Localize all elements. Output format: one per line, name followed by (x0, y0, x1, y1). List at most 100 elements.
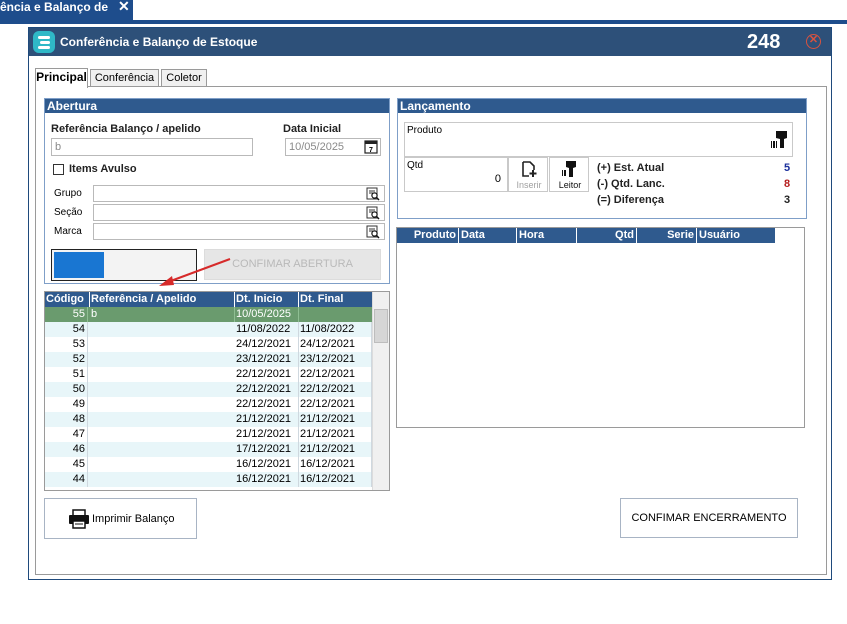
barcode-scanner-icon[interactable] (770, 129, 790, 151)
table-row[interactable]: 54 11/08/2022 11/08/2022 (45, 322, 372, 337)
col-dt-inicio[interactable]: Dt. Inicio (235, 292, 299, 307)
outer-tab-close-icon[interactable]: ✕ (118, 0, 130, 13)
grupo-lookup-icon[interactable] (366, 187, 380, 201)
cell-codigo: 48 (46, 412, 88, 427)
qtd-lanc-label: (-) Qtd. Lanc. (597, 178, 665, 190)
tab-principal[interactable]: Principal (35, 68, 88, 88)
data-inicial-label: Data Inicial (283, 123, 342, 135)
confirmar-encerramento-button[interactable]: CONFIMAR ENCERRAMENTO (620, 498, 798, 538)
cell-dt-inicio: 24/12/2021 (235, 337, 299, 352)
cell-dt-inicio: 22/12/2021 (235, 397, 299, 412)
progress-bar-fill (54, 252, 104, 278)
cell-dt-inicio: 22/12/2021 (235, 367, 299, 382)
inserir-label: Inserir (516, 180, 542, 190)
table-row[interactable]: 45 16/12/2021 16/12/2021 (45, 457, 372, 472)
window-close-icon[interactable]: ✕ (806, 34, 821, 49)
printer-icon (69, 509, 89, 529)
table-row[interactable]: 52 23/12/2021 23/12/2021 (45, 352, 372, 367)
marca-lookup-icon[interactable] (366, 225, 380, 239)
leitor-button[interactable]: Leitor (549, 157, 589, 192)
cell-dt-inicio: 16/12/2021 (235, 457, 299, 472)
cell-dt-final: 24/12/2021 (299, 337, 372, 352)
grupo-input[interactable] (93, 185, 385, 202)
cell-codigo: 44 (46, 472, 88, 487)
cell-dt-inicio: 17/12/2021 (235, 442, 299, 457)
data-inicial-value: 10/05/2025 (289, 141, 345, 153)
cell-dt-inicio: 21/12/2021 (235, 427, 299, 442)
cell-dt-final: 11/08/2022 (299, 322, 372, 337)
cell-codigo: 54 (46, 322, 88, 337)
lancamento-group: Lançamento Produto Qtd 0 Inserir Leitor … (397, 98, 807, 219)
cell-dt-inicio: 21/12/2021 (235, 412, 299, 427)
cell-dt-inicio: 16/12/2021 (235, 472, 299, 487)
balanco-grid-scrollbar[interactable] (372, 292, 389, 490)
cell-dt-final: 16/12/2021 (299, 457, 372, 472)
lancamento-grid-header: Produto Data Hora Qtd Serie Usuário (397, 228, 775, 243)
grupo-label: Grupo (54, 188, 82, 199)
col-data[interactable]: Data (459, 228, 517, 243)
col-usuario[interactable]: Usuário (697, 228, 775, 243)
ref-label: Referência Balanço / apelido (51, 123, 201, 135)
col-qtd[interactable]: Qtd (577, 228, 637, 243)
marca-input[interactable] (93, 223, 385, 240)
cell-codigo: 53 (46, 337, 88, 352)
cell-codigo: 50 (46, 382, 88, 397)
table-row[interactable]: 44 16/12/2021 16/12/2021 (45, 472, 372, 487)
inserir-button[interactable]: Inserir (508, 157, 548, 192)
record-number: 248 (747, 31, 781, 53)
col-referencia[interactable]: Referência / Apelido (90, 292, 235, 307)
marca-label: Marca (54, 226, 82, 237)
col-serie[interactable]: Serie (637, 228, 697, 243)
window-title: Conferência e Balanço de Estoque (60, 35, 258, 49)
balanco-grid-header: Código Referência / Apelido Dt. Inicio D… (45, 292, 372, 307)
cell-codigo: 46 (46, 442, 88, 457)
col-produto[interactable]: Produto (397, 228, 459, 243)
cell-dt-final: 23/12/2021 (299, 352, 372, 367)
secao-label: Seção (54, 207, 83, 218)
est-atual-value: 5 (784, 162, 791, 174)
table-row[interactable]: 48 21/12/2021 21/12/2021 (45, 412, 372, 427)
imprimir-label: Imprimir Balanço (92, 513, 175, 525)
secao-lookup-icon[interactable] (366, 206, 380, 220)
col-hora[interactable]: Hora (517, 228, 577, 243)
cell-codigo: 51 (46, 367, 88, 382)
calendar-icon[interactable]: 7 (364, 139, 378, 154)
imprimir-balanco-button[interactable]: Imprimir Balanço (44, 498, 197, 539)
scanner-icon (562, 161, 576, 177)
cell-dt-inicio: 22/12/2021 (235, 382, 299, 397)
balanco-grid[interactable]: Código Referência / Apelido Dt. Inicio D… (44, 291, 390, 491)
produto-field[interactable]: Produto (404, 122, 793, 157)
ref-input[interactable]: b (51, 138, 253, 156)
col-codigo[interactable]: Código (46, 292, 90, 307)
cell-codigo: 52 (46, 352, 88, 367)
table-row[interactable]: 50 22/12/2021 22/12/2021 (45, 382, 372, 397)
conferencia-window: Conferência e Balanço de Estoque 248 ✕ P… (28, 27, 832, 580)
scrollbar-thumb[interactable] (374, 309, 388, 343)
qtd-value: 0 (494, 173, 501, 185)
items-avulso-checkbox[interactable] (53, 164, 64, 175)
cell-dt-inicio: 10/05/2025 (235, 307, 299, 322)
cell-dt-inicio: 11/08/2022 (235, 322, 299, 337)
table-row[interactable]: 46 17/12/2021 21/12/2021 (45, 442, 372, 457)
cell-dt-inicio: 23/12/2021 (235, 352, 299, 367)
qtd-lanc-value: 8 (784, 178, 791, 190)
tab-strip-border (0, 20, 847, 24)
table-row[interactable]: 47 21/12/2021 21/12/2021 (45, 427, 372, 442)
app-logo-icon (33, 31, 55, 53)
table-row[interactable]: 49 22/12/2021 22/12/2021 (45, 397, 372, 412)
balanco-grid-body: 55 b 10/05/2025 54 11/08/2022 11/08/2022 53 24/… (45, 307, 372, 490)
table-row[interactable]: 51 22/12/2021 22/12/2021 (45, 367, 372, 382)
cell-codigo: 55 (46, 307, 88, 322)
lancamento-grid[interactable]: Produto Data Hora Qtd Serie Usuário (396, 227, 805, 428)
table-row[interactable]: 53 24/12/2021 24/12/2021 (45, 337, 372, 352)
qtd-field[interactable]: Qtd 0 (404, 157, 508, 192)
outer-document-tab[interactable]: ência e Balanço de ✕ (0, 0, 133, 20)
cell-dt-final: 22/12/2021 (299, 382, 372, 397)
tab-coletor[interactable]: Coletor (161, 69, 207, 87)
col-dt-final[interactable]: Dt. Final (299, 292, 372, 307)
secao-input[interactable] (93, 204, 385, 221)
table-row[interactable]: 55 b 10/05/2025 (45, 307, 372, 322)
tab-conferencia[interactable]: Conferência (90, 69, 159, 87)
cell-dt-final: 21/12/2021 (299, 412, 372, 427)
produto-label: Produto (407, 125, 443, 136)
